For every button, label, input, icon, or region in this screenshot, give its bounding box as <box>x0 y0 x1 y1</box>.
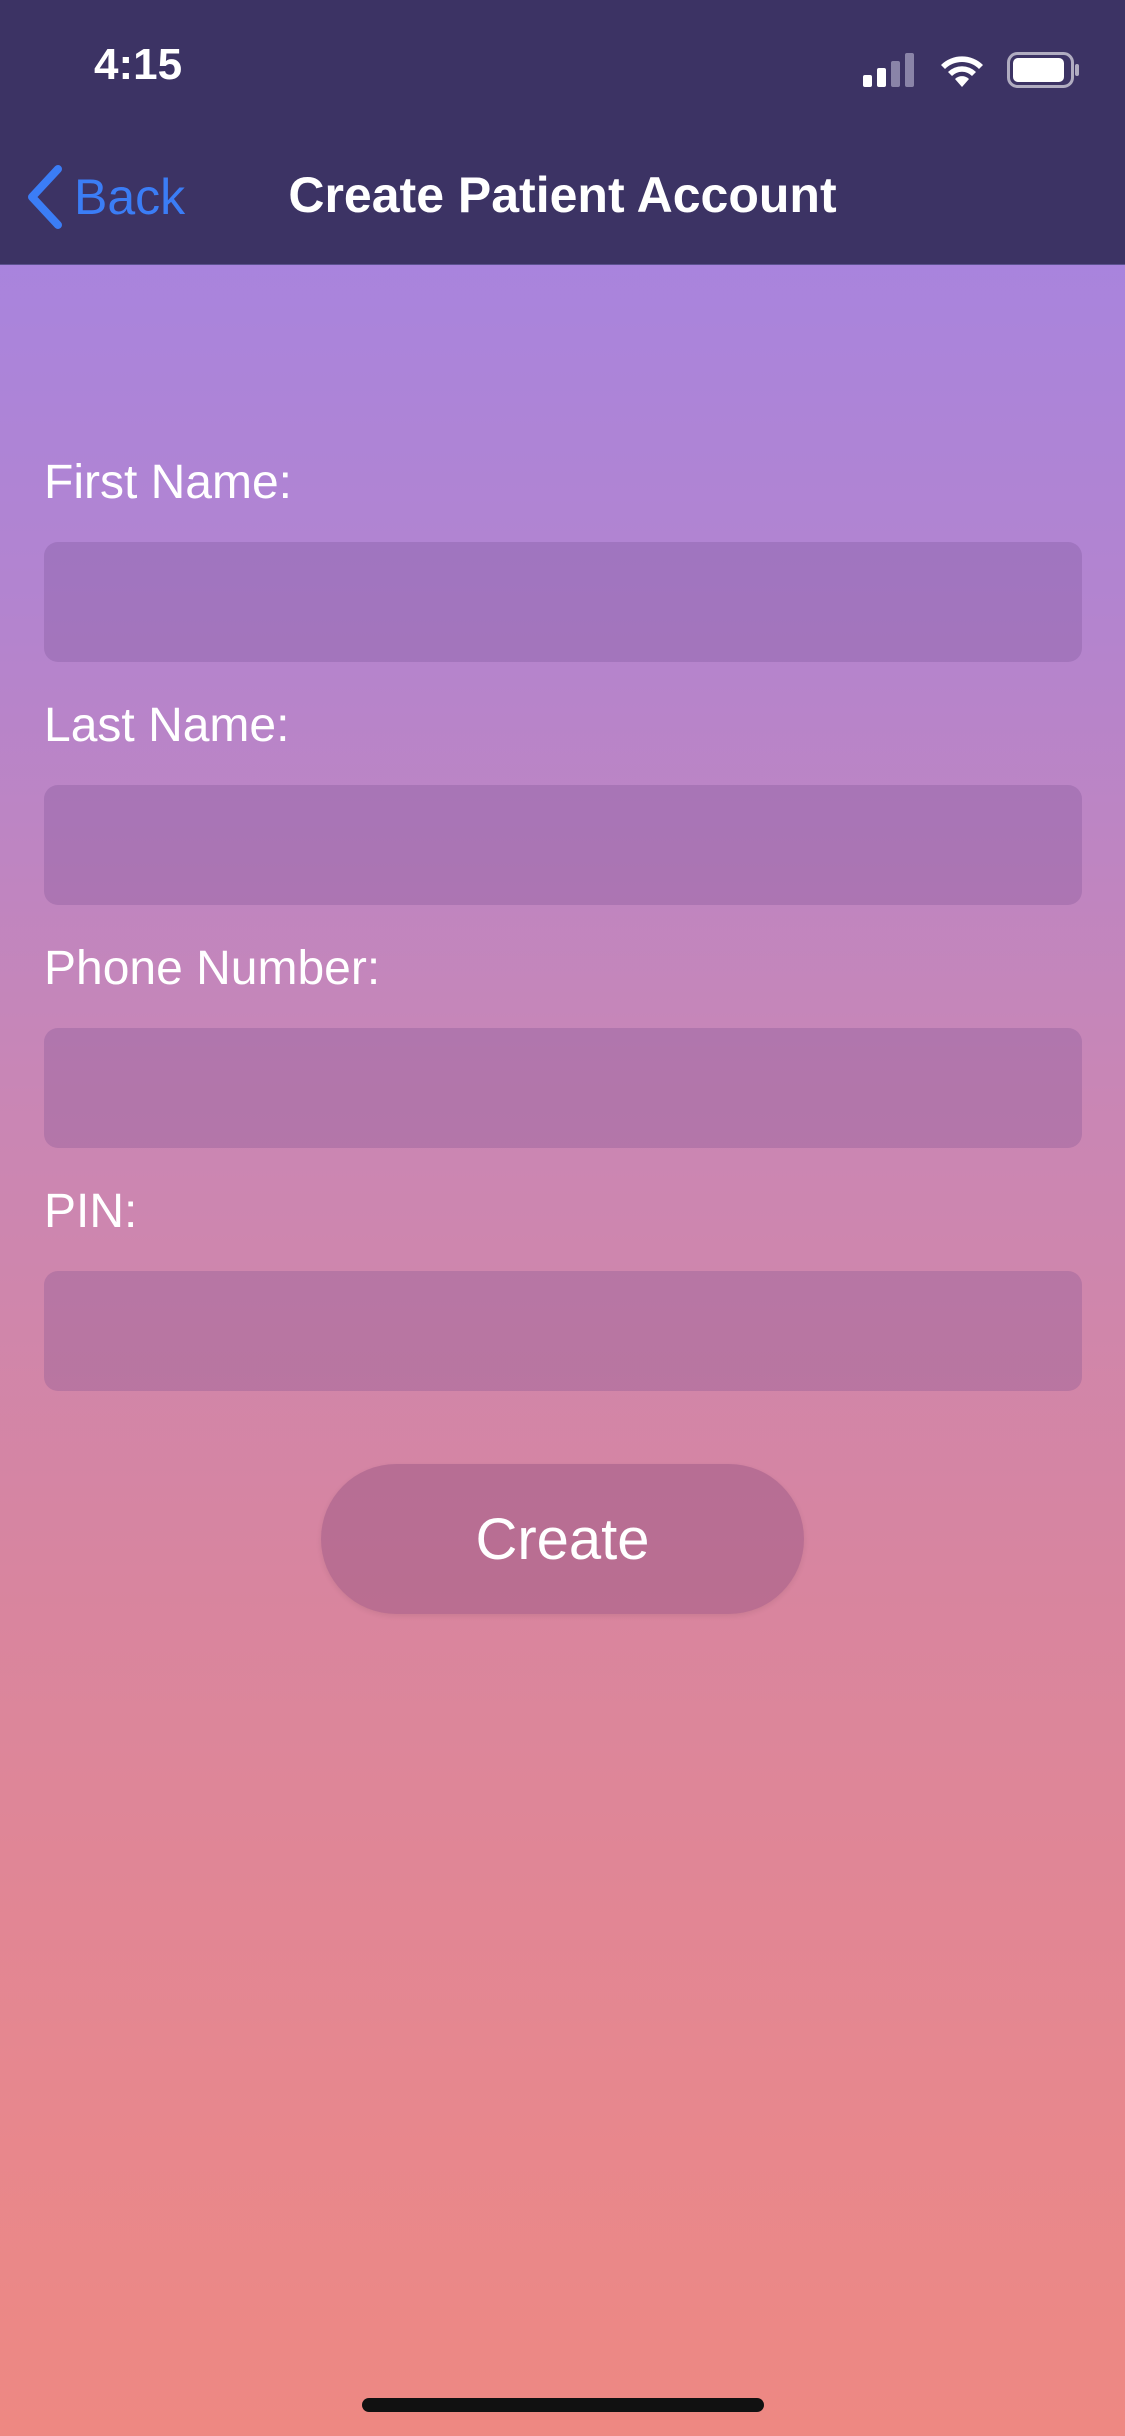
navigation-header: 4:15 Back Create Patient Account <box>0 0 1125 265</box>
battery-icon <box>1007 52 1079 88</box>
last-name-field[interactable] <box>44 785 1082 905</box>
status-time: 4:15 <box>94 40 183 89</box>
page-title: Create Patient Account <box>0 166 1125 224</box>
home-indicator[interactable] <box>362 2398 764 2412</box>
phone-number-label: Phone Number: <box>44 942 381 995</box>
first-name-label: First Name: <box>44 456 293 509</box>
pin-label: PIN: <box>44 1185 138 1238</box>
pin-field[interactable] <box>44 1271 1082 1391</box>
page-title-text: Create Patient Account <box>288 167 837 223</box>
last-name-label: Last Name: <box>44 699 290 752</box>
first-name-field[interactable] <box>44 542 1082 662</box>
cellular-signal-icon <box>863 53 914 87</box>
wifi-icon <box>941 56 983 87</box>
status-icons <box>863 50 1081 90</box>
phone-number-field[interactable] <box>44 1028 1082 1148</box>
create-button[interactable]: Create <box>321 1464 804 1614</box>
